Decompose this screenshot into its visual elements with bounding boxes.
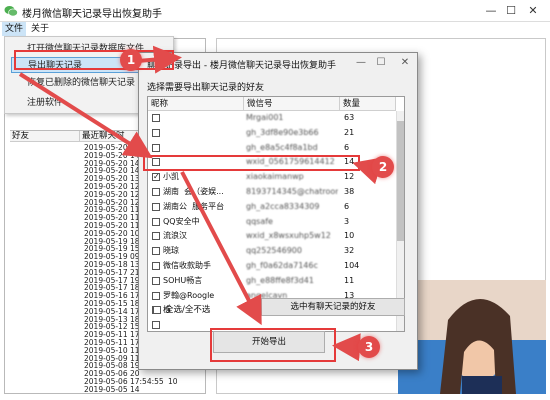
- message-count: 10: [344, 231, 355, 241]
- checkbox-icon[interactable]: [152, 217, 160, 226]
- friend-select-row[interactable]: Mrgai001 63: [148, 112, 396, 124]
- message-count: 38: [344, 187, 355, 196]
- friend-wxid: 8193714345@chatroom: [246, 187, 338, 196]
- checkbox-icon[interactable]: [152, 202, 160, 211]
- friend-wxid: xiaokaimanwp: [246, 172, 304, 182]
- friend-wxid: gh_3df8e90e3b66: [246, 127, 319, 137]
- dialog-minimize-button[interactable]: —: [353, 56, 369, 70]
- friend-wxid: gh_e88ffe8f3d41: [246, 275, 314, 285]
- minimize-button[interactable]: —: [482, 3, 500, 19]
- friend-select-row[interactable]: 微信收款助手 gh_f0a62da7146c 104: [148, 260, 396, 272]
- friend-select-table: 昵称 微信号 数量 Mrgai001 63 gh_3df8e90e3b66 21 g…: [147, 96, 405, 332]
- highlight-start-button: [210, 328, 336, 362]
- step-badge-1: 1: [120, 49, 142, 71]
- friend-nickname: [163, 142, 243, 154]
- friend-nickname: 流浪汉: [163, 231, 187, 241]
- message-count: 6: [344, 201, 350, 211]
- checkbox-icon[interactable]: [152, 188, 160, 196]
- friend-select-row[interactable]: SOHU畅言 gh_e88ffe8f3d41 11: [148, 275, 396, 287]
- message-count: 32: [344, 246, 355, 256]
- checkbox-icon[interactable]: [152, 128, 160, 137]
- export-dialog: 聊天记录导出 - 楼月微信聊天记录导出恢复助手 — ☐ ✕ 选择需要导出聊天记录…: [138, 52, 418, 370]
- friend-col-header[interactable]: 好友: [10, 131, 80, 142]
- select-chatted-button[interactable]: 选中有聊天记录的好友: [261, 298, 405, 316]
- friend-select-row[interactable]: QQ安全中 qqsafe 3: [148, 216, 396, 228]
- highlight-export-menu: [14, 50, 174, 70]
- step-badge-3: 3: [358, 336, 380, 358]
- checkbox-icon[interactable]: [152, 143, 160, 152]
- checkbox-icon[interactable]: [152, 291, 160, 300]
- friend-nickname: 微信收款助手: [163, 261, 211, 270]
- maximize-button[interactable]: ☐: [502, 3, 520, 19]
- dialog-maximize-button[interactable]: ☐: [373, 56, 389, 70]
- friend-nickname: [163, 127, 243, 139]
- dialog-subtitle: 选择需要导出聊天记录的好友: [147, 83, 265, 93]
- message-count: 21: [344, 127, 355, 137]
- friend-wxid: gh_e8a5c4f8a1bd: [246, 142, 318, 152]
- checked-checkbox-icon[interactable]: ✓: [152, 173, 160, 182]
- checkbox-icon: [153, 305, 161, 314]
- friend-wxid: gh_f0a62da7146c: [246, 261, 318, 270]
- message-count: 11: [344, 275, 355, 285]
- wxid-col-header[interactable]: 微信号: [244, 97, 340, 111]
- checkbox-icon[interactable]: [152, 262, 160, 270]
- nickname-col-header[interactable]: 昵称: [148, 97, 244, 111]
- friend-select-row[interactable]: 流浪汉 wxid_x8wsxuhp5w12 10: [148, 230, 396, 242]
- window-title: 楼月微信聊天记录导出恢复助手: [22, 9, 162, 20]
- friend-wxid: qq252546900: [246, 246, 302, 256]
- friend-nickname: SOHU畅言: [163, 275, 203, 285]
- friend-nickname: 晓琼: [163, 246, 179, 256]
- menu-file[interactable]: 文件: [2, 22, 27, 36]
- message-count: 3: [344, 216, 350, 226]
- friend-wxid: Mrgai001: [246, 113, 284, 122]
- friend-select-row[interactable]: 湖南公 服务平台 gh_a2cca8334309 6: [148, 201, 396, 213]
- message-count: 12: [344, 172, 355, 182]
- friend-select-row[interactable]: ✓ 小凯 xiaokaimanwp 12: [148, 171, 396, 183]
- message-count: 63: [344, 113, 355, 122]
- menu-about[interactable]: 关于: [28, 22, 52, 36]
- checkbox-icon[interactable]: [152, 114, 160, 122]
- app-icon: [4, 6, 18, 17]
- friend-list-row[interactable]: 2019-05-05 14: [10, 385, 208, 392]
- count-col-header[interactable]: 数量: [340, 97, 396, 111]
- friend-select-row[interactable]: 湖南 会（姿娱... 8193714345@chatroom 38: [148, 186, 396, 198]
- friend-nickname: [163, 112, 243, 124]
- close-button[interactable]: ✕: [524, 3, 542, 19]
- recent-chat-time: 2019-05-05 14: [84, 384, 140, 392]
- checkbox-icon[interactable]: [152, 232, 160, 241]
- friend-wxid: qqsafe: [246, 216, 273, 226]
- friend-nickname: 罗翰@Roogle: [163, 290, 215, 300]
- checkbox-icon[interactable]: [152, 247, 160, 256]
- message-count: 6: [344, 142, 350, 152]
- friend-select-row[interactable]: gh_3df8e90e3b66 21: [148, 127, 396, 139]
- step-badge-2: 2: [372, 156, 394, 178]
- dialog-title: 聊天记录导出 - 楼月微信聊天记录导出恢复助手: [147, 61, 336, 71]
- friend-name: [12, 385, 78, 392]
- friend-select-row[interactable]: 晓琼 qq252546900 32: [148, 245, 396, 257]
- checkbox-icon[interactable]: [152, 321, 160, 330]
- friend-nickname: 湖南公 服务平台: [163, 201, 225, 211]
- friend-select-row[interactable]: gh_e8a5c4f8a1bd 6: [148, 142, 396, 154]
- message-count: 104: [344, 261, 360, 270]
- title-bar: 楼月微信聊天记录导出恢复助手 — ☐ ✕: [0, 0, 550, 22]
- select-all-label: 全选/全不选: [165, 305, 211, 315]
- friend-nickname: 小凯: [163, 172, 179, 182]
- select-all-checkbox[interactable]: 全选/全不选: [153, 303, 210, 315]
- dialog-close-button[interactable]: ✕: [397, 56, 413, 70]
- preview-photo: [398, 280, 546, 394]
- menu-bar: 文件 关于: [0, 22, 550, 36]
- highlight-selected-friend: [143, 155, 360, 171]
- friend-nickname: QQ安全中: [163, 216, 200, 226]
- scrollbar-thumb[interactable]: [397, 121, 404, 241]
- checkbox-icon[interactable]: [152, 276, 160, 285]
- friend-wxid: wxid_x8wsxuhp5w12: [246, 231, 331, 241]
- friend-wxid: gh_a2cca8334309: [246, 201, 320, 211]
- friend-nickname: 湖南 会（姿娱...: [163, 187, 224, 196]
